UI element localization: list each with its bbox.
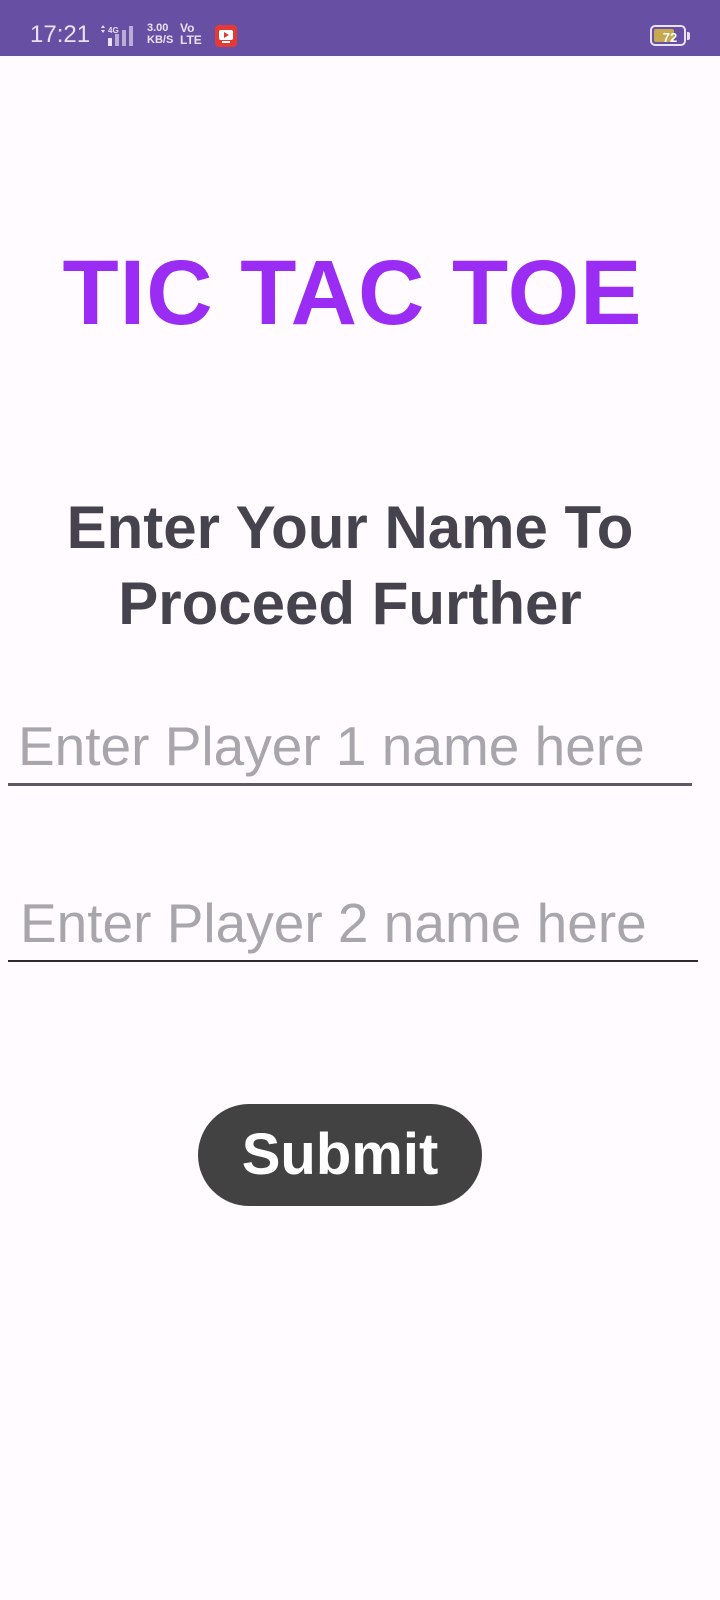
battery-icon: 72 — [650, 25, 690, 46]
player2-name-input[interactable] — [8, 886, 698, 962]
app-title: TIC TAC TOE — [62, 242, 643, 344]
network-speed: 3.00 KB/S — [147, 22, 173, 46]
player1-name-input[interactable] — [8, 708, 692, 786]
network-type-label: 4G — [108, 26, 119, 35]
battery-tip — [687, 32, 690, 40]
status-time: 17:21 — [30, 21, 91, 48]
volte-indicator: Vo LTE — [180, 22, 202, 46]
name-prompt: Enter Your Name To Proceed Further — [66, 494, 634, 637]
youtube-notification-icon — [215, 25, 237, 47]
network-speed-value: 3.00 — [147, 22, 169, 34]
network-speed-unit: KB/S — [147, 34, 174, 46]
network-signal-icon: 4G — [101, 25, 133, 46]
battery-level: 72 — [662, 30, 678, 45]
submit-button[interactable]: Submit — [198, 1104, 482, 1206]
status-bar: 17:21 4G 3.00 KB/S Vo LTE 72 — [0, 0, 720, 56]
battery-body: 72 — [650, 25, 686, 46]
volte-bottom-label: LTE — [180, 33, 202, 47]
